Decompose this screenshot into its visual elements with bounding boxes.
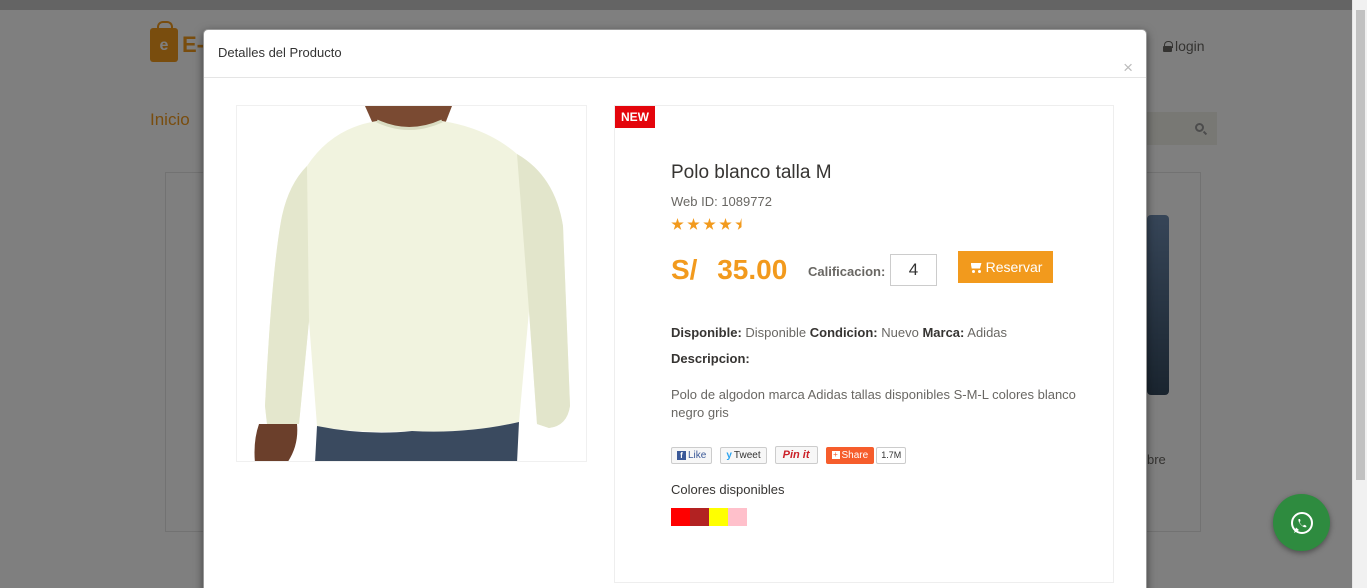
product-details-modal: Detalles del Producto × NEW Polo blanco … (203, 29, 1147, 588)
product-attributes: Disponible: Disponible Condicion: Nuevo … (671, 325, 1007, 340)
modal-header: Detalles del Producto × (204, 30, 1146, 78)
star-icon (687, 218, 700, 230)
product-name: Polo blanco talla M (671, 162, 832, 183)
condicion-label: Condicion: (809, 325, 878, 340)
color-swatch[interactable] (671, 508, 690, 526)
web-id: Web ID: 1089772 (671, 194, 772, 209)
descripcion-label: Descripcion: (671, 351, 750, 366)
tweet-button[interactable]: y Tweet (720, 446, 767, 464)
rating-stars (671, 218, 748, 231)
scrollbar-thumb[interactable] (1356, 10, 1365, 480)
whatsapp-icon (1290, 511, 1313, 534)
calificacion-input[interactable]: 4 (890, 254, 937, 286)
reserve-label: Reservar (985, 259, 1043, 275)
reserve-button[interactable]: Reservar (958, 251, 1053, 283)
marca-label: Marca: (922, 325, 965, 340)
color-swatch[interactable] (690, 508, 709, 526)
whatsapp-button[interactable] (1273, 494, 1330, 551)
color-swatch[interactable] (709, 508, 728, 526)
new-badge: NEW (615, 106, 655, 128)
star-icon (703, 218, 716, 230)
twitter-icon: y (726, 449, 732, 461)
facebook-icon: f (677, 450, 686, 460)
colors-label: Colores disponibles (671, 482, 785, 497)
calificacion-label: Calificacion: (808, 264, 886, 279)
star-icon (719, 218, 732, 230)
close-icon[interactable]: × (1123, 58, 1133, 78)
condicion-value: Nuevo (881, 325, 919, 340)
color-swatches (671, 508, 747, 526)
product-image (236, 105, 587, 462)
star-half-icon (735, 218, 748, 230)
star-icon (671, 218, 684, 230)
page-scrollbar[interactable] (1352, 0, 1367, 588)
marca-value: Adidas (967, 325, 1008, 340)
descripcion-text: Polo de algodon marca Adidas tallas disp… (671, 387, 1076, 420)
facebook-like-button[interactable]: f Like (671, 446, 713, 464)
disponible-value: Disponible (745, 325, 807, 340)
modal-title: Detalles del Producto (218, 45, 342, 60)
product-price: S/ 35.00 (671, 254, 788, 285)
color-swatch[interactable] (728, 508, 747, 526)
tweet-label: Tweet (733, 449, 761, 461)
like-label: Like (688, 449, 707, 461)
disponible-label: Disponible: (671, 325, 742, 340)
cart-icon (969, 262, 982, 273)
product-info-panel: NEW Polo blanco talla M Web ID: 1089772 … (614, 105, 1114, 583)
share-count: 1.7M (876, 446, 907, 464)
share-buttons: f Like y Tweet Pin it + Share 1.7M (671, 446, 907, 464)
share-button[interactable]: + Share (825, 446, 875, 464)
pinterest-button[interactable]: Pin it (774, 446, 818, 464)
plus-icon: + (831, 450, 840, 459)
share-label: Share (841, 449, 869, 461)
